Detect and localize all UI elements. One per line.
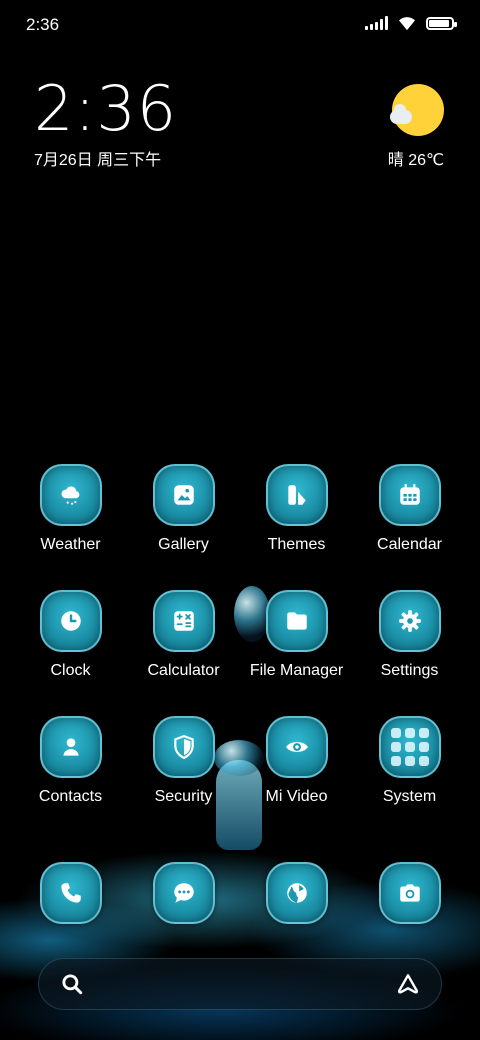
battery-fill xyxy=(429,19,449,27)
app-gallery[interactable]: Gallery xyxy=(127,464,240,554)
app-label: Calendar xyxy=(377,536,442,553)
app-label: Calculator xyxy=(147,662,220,679)
status-time: 2:36 xyxy=(26,15,60,34)
app-label: Weather xyxy=(40,536,101,553)
widget-date: 7月26日 周三下午 xyxy=(34,152,162,169)
app-label: File Manager xyxy=(249,662,344,679)
app-label: Contacts xyxy=(38,788,103,805)
widget-time: 2:36 xyxy=(34,72,178,145)
folder-grid-icon[interactable] xyxy=(378,716,441,778)
search-icon[interactable] xyxy=(59,971,85,997)
shield-icon[interactable] xyxy=(152,716,215,778)
app-label: Settings xyxy=(380,662,439,679)
gallery-icon[interactable] xyxy=(152,464,215,526)
clock-icon[interactable] xyxy=(39,590,102,652)
app-contacts[interactable]: Contacts xyxy=(14,716,127,806)
app-grid: Weather Gallery Themes Calendar Clock Ca… xyxy=(14,464,466,806)
app-label: Themes xyxy=(267,536,326,553)
weather-text: 晴 26℃ xyxy=(387,152,444,169)
search-bar[interactable] xyxy=(38,958,442,1010)
app-themes[interactable]: Themes xyxy=(240,464,353,554)
weather-widget[interactable]: 晴 26℃ xyxy=(374,84,444,170)
calendar-icon[interactable] xyxy=(378,464,441,526)
signal-icon xyxy=(365,16,388,30)
dock-browser[interactable] xyxy=(240,862,353,924)
eye-icon[interactable] xyxy=(265,716,328,778)
battery-icon xyxy=(426,16,457,30)
phone-icon[interactable] xyxy=(39,862,102,924)
app-mi-video[interactable]: Mi Video xyxy=(240,716,353,806)
app-settings[interactable]: Settings xyxy=(353,590,466,680)
gear-icon[interactable] xyxy=(378,590,441,652)
calculator-icon[interactable] xyxy=(152,590,215,652)
app-label: Security xyxy=(154,788,213,805)
contacts-icon[interactable] xyxy=(39,716,102,778)
app-system-folder[interactable]: System xyxy=(353,716,466,806)
app-clock[interactable]: Clock xyxy=(14,590,127,680)
dock-phone[interactable] xyxy=(14,862,127,924)
app-calendar[interactable]: Calendar xyxy=(353,464,466,554)
app-calculator[interactable]: Calculator xyxy=(127,590,240,680)
sun-cloud-icon xyxy=(390,84,444,136)
app-security[interactable]: Security xyxy=(127,716,240,806)
browser-icon[interactable] xyxy=(265,862,328,924)
dock-messages[interactable] xyxy=(127,862,240,924)
app-label: Gallery xyxy=(158,536,209,553)
status-bar: 2:36 xyxy=(0,0,480,50)
clock-widget[interactable]: 2:36 7月26日 周三下午 xyxy=(34,76,177,170)
app-label: Mi Video xyxy=(265,788,328,805)
app-weather[interactable]: Weather xyxy=(14,464,127,554)
app-label: System xyxy=(382,788,437,805)
app-label: Clock xyxy=(50,662,91,679)
weather-icon[interactable] xyxy=(39,464,102,526)
folder-icon[interactable] xyxy=(265,590,328,652)
dock xyxy=(14,862,466,924)
wifi-icon xyxy=(399,17,415,31)
message-icon[interactable] xyxy=(152,862,215,924)
themes-icon[interactable] xyxy=(265,464,328,526)
app-file-manager[interactable]: File Manager xyxy=(240,590,353,680)
assistant-icon[interactable] xyxy=(395,971,421,997)
camera-icon[interactable] xyxy=(378,862,441,924)
status-icons xyxy=(365,15,457,31)
folder-preview xyxy=(390,728,429,766)
dock-camera[interactable] xyxy=(353,862,466,924)
